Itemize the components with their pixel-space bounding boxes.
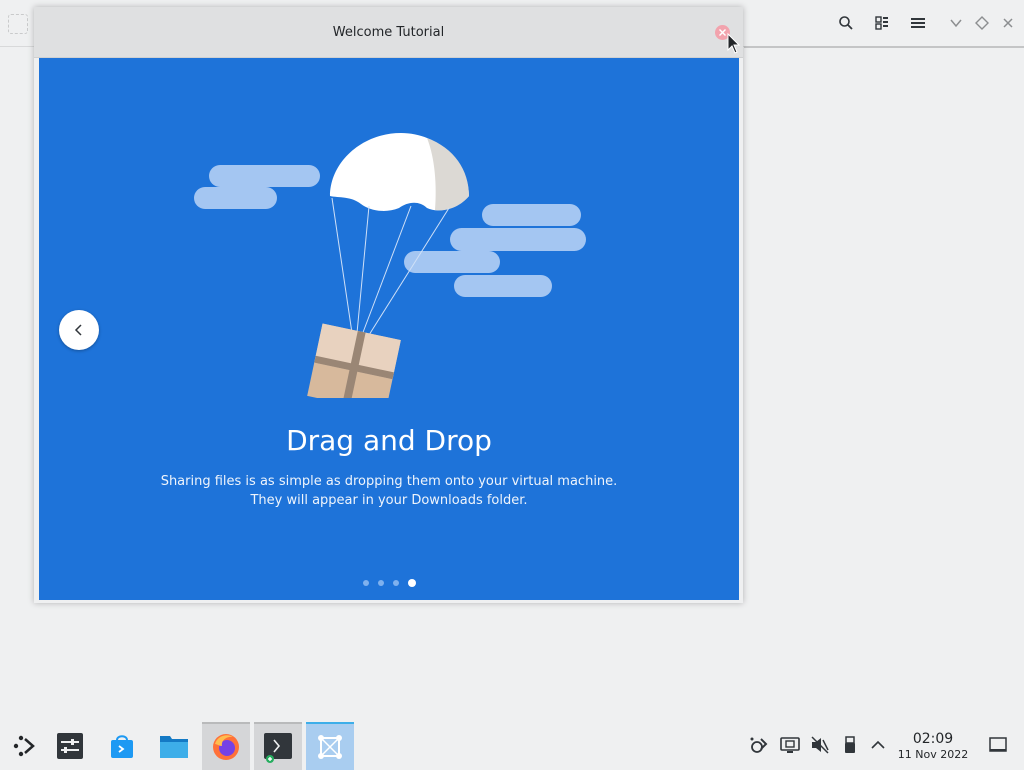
app-icon-placeholder: [8, 14, 28, 34]
chevron-left-icon: [74, 324, 82, 336]
dialog-title: Welcome Tutorial: [332, 25, 445, 40]
mouse-cursor-icon: [727, 33, 741, 54]
settings-sliders-icon: [57, 733, 83, 759]
volume-muted-icon[interactable]: [809, 734, 831, 756]
chevron-up-icon[interactable]: [867, 734, 889, 756]
taskbar: 02:09 11 Nov 2022: [0, 722, 1024, 770]
previous-slide-button[interactable]: [59, 310, 99, 350]
screenshot-icon: [318, 735, 342, 759]
hamburger-menu-icon[interactable]: [907, 12, 929, 34]
welcome-tutorial-dialog: Welcome Tutorial Drag and Drop Sharing f…: [34, 7, 743, 603]
pagination-dot[interactable]: [392, 580, 399, 586]
pagination-dot[interactable]: [377, 580, 384, 586]
folder-icon: [160, 736, 188, 758]
slide-pagination: [39, 579, 739, 587]
system-settings-button[interactable]: [46, 724, 94, 768]
terminal-icon: [264, 733, 292, 763]
discover-store-button[interactable]: [98, 724, 146, 768]
file-manager-button[interactable]: [150, 724, 198, 768]
clock-time[interactable]: 02:09: [898, 731, 968, 747]
close-icon[interactable]: [997, 12, 1019, 34]
parachute-illustration: [194, 133, 586, 398]
terminal-button[interactable]: [254, 722, 302, 770]
diamond-icon[interactable]: [971, 12, 993, 34]
pagination-dot[interactable]: [362, 580, 369, 586]
usb-device-icon[interactable]: [839, 734, 861, 756]
display-config-icon[interactable]: [779, 734, 801, 756]
toolbar-divider: [744, 46, 1024, 48]
tutorial-slide-panel: Drag and Drop Sharing files is as simple…: [39, 58, 739, 600]
chevron-down-icon[interactable]: [945, 12, 967, 34]
pagination-dot-active[interactable]: [407, 579, 416, 587]
network-icon[interactable]: [748, 734, 770, 756]
slide-description: Sharing files is as simple as dropping t…: [160, 474, 618, 508]
close-icon: [719, 29, 726, 36]
firefox-button[interactable]: [202, 722, 250, 770]
screenshot-tool-button[interactable]: [306, 722, 354, 770]
grid-view-icon[interactable]: [871, 12, 893, 34]
shopping-bag-icon: [111, 735, 133, 758]
search-icon[interactable]: [835, 12, 857, 34]
clock-date[interactable]: 11 Nov 2022: [893, 748, 973, 761]
dialog-titlebar[interactable]: Welcome Tutorial: [34, 7, 743, 58]
application-launcher-button[interactable]: [0, 724, 48, 768]
show-desktop-icon[interactable]: [987, 734, 1009, 756]
slide-title: Drag and Drop: [286, 424, 492, 457]
firefox-icon: [213, 734, 239, 760]
launcher-icon: [13, 735, 35, 757]
